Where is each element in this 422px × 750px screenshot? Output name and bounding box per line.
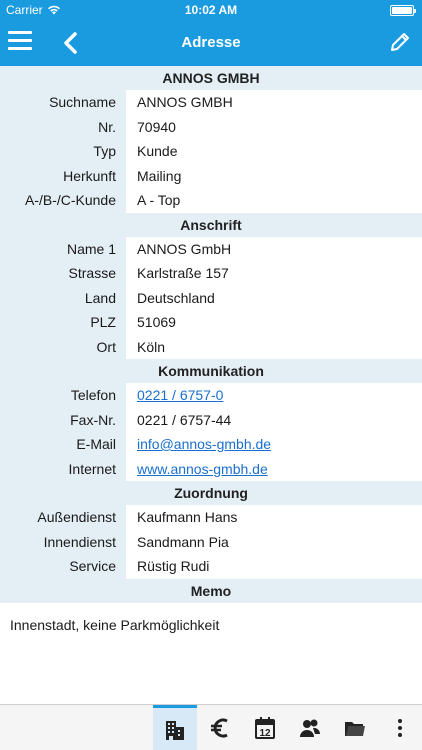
service-value: Rüstig Rudi — [126, 554, 422, 579]
building-icon — [166, 720, 184, 740]
edit-button[interactable] — [388, 30, 412, 54]
row-suchname: Suchname ANNOS GMBH — [0, 90, 422, 115]
aussendienst-value: Kaufmann Hans — [126, 505, 422, 530]
telefon-label: Telefon — [0, 383, 126, 408]
plz-label: PLZ — [0, 310, 126, 335]
land-label: Land — [0, 285, 126, 310]
fax-value: 0221 / 6757-44 — [126, 407, 422, 432]
row-aussendienst: Außendienst Kaufmann Hans — [0, 505, 422, 530]
tab-bar: 12 — [0, 704, 422, 750]
fax-label: Fax-Nr. — [0, 407, 126, 432]
suchname-label: Suchname — [0, 90, 126, 115]
strasse-value: Karlstraße 157 — [126, 261, 422, 286]
internet-label: Internet — [0, 456, 126, 481]
row-name1: Name 1 ANNOS GmbH — [0, 236, 422, 261]
tab-documents[interactable] — [333, 705, 377, 750]
telefon-link[interactable]: 0221 / 6757-0 — [126, 383, 422, 408]
row-internet: Internet www.annos-gmbh.de — [0, 456, 422, 481]
euro-icon — [211, 718, 228, 738]
memo-text: Innenstadt, keine Parkmöglichkeit — [10, 616, 220, 633]
pencil-icon — [391, 33, 409, 51]
typ-label: Typ — [0, 139, 126, 164]
row-innendienst: Innendienst Sandmann Pia — [0, 529, 422, 554]
name1-value: ANNOS GmbH — [126, 236, 422, 261]
clock: 10:02 AM — [184, 3, 238, 17]
section-header-anschrift: Anschrift — [0, 212, 422, 237]
row-telefon: Telefon 0221 / 6757-0 — [0, 383, 422, 408]
suchname-value: ANNOS GMBH — [126, 90, 422, 115]
abc-kunde-label: A-/B-/C-Kunde — [0, 188, 126, 213]
row-nr: Nr. 70940 — [0, 114, 422, 139]
row-typ: Typ Kunde — [0, 139, 422, 164]
section-header-zuordnung: Zuordnung — [0, 481, 422, 505]
row-herkunft: Herkunft Mailing — [0, 163, 422, 188]
folder-icon — [345, 722, 365, 736]
calendar-icon: 12 — [255, 717, 275, 739]
row-abc-kunde: A-/B-/C-Kunde A - Top — [0, 188, 422, 213]
contacts-icon — [300, 719, 321, 737]
tab-address[interactable] — [153, 705, 197, 750]
herkunft-value: Mailing — [126, 163, 422, 188]
address-detail: ANNOS GMBH Suchname ANNOS GMBH Nr. 70940… — [0, 66, 422, 703]
plz-value: 51069 — [126, 310, 422, 335]
tab-more[interactable] — [378, 705, 422, 750]
battery-icon — [390, 5, 416, 16]
tab-finance[interactable] — [198, 705, 242, 750]
email-link[interactable]: info@annos-gmbh.de — [126, 432, 422, 457]
navigation-bar: Adresse — [0, 20, 422, 66]
herkunft-label: Herkunft — [0, 163, 126, 188]
page-title: Adresse — [181, 34, 241, 51]
land-value: Deutschland — [126, 285, 422, 310]
row-ort: Ort Köln — [0, 334, 422, 359]
strasse-label: Strasse — [0, 261, 126, 286]
tab-contacts[interactable] — [288, 705, 332, 750]
nr-label: Nr. — [0, 114, 126, 139]
tab-calendar[interactable]: 12 — [243, 705, 287, 750]
row-fax: Fax-Nr. 0221 / 6757-44 — [0, 407, 422, 432]
ort-value: Köln — [126, 334, 422, 359]
email-label: E-Mail — [0, 432, 126, 457]
ort-label: Ort — [0, 334, 126, 359]
row-land: Land Deutschland — [0, 285, 422, 310]
row-strasse: Strasse Karlstraße 157 — [0, 261, 422, 286]
company-header: ANNOS GMBH — [0, 66, 422, 90]
row-email: E-Mail info@annos-gmbh.de — [0, 432, 422, 457]
calendar-day: 12 — [259, 728, 271, 739]
abc-kunde-value: A - Top — [126, 188, 422, 213]
aussendienst-label: Außendienst — [0, 505, 126, 530]
section-header-kommunikation: Kommunikation — [0, 359, 422, 383]
innendienst-value: Sandmann Pia — [126, 529, 422, 554]
status-bar: Carrier 10:02 AM — [0, 0, 422, 20]
section-header-memo: Memo — [0, 578, 422, 603]
service-label: Service — [0, 554, 126, 579]
nr-value: 70940 — [126, 114, 422, 139]
more-icon — [398, 719, 402, 737]
name1-label: Name 1 — [0, 236, 126, 261]
typ-value: Kunde — [126, 139, 422, 164]
row-plz: PLZ 51069 — [0, 310, 422, 335]
website-link[interactable]: www.annos-gmbh.de — [126, 456, 422, 481]
innendienst-label: Innendienst — [0, 529, 126, 554]
row-service: Service Rüstig Rudi — [0, 554, 422, 579]
